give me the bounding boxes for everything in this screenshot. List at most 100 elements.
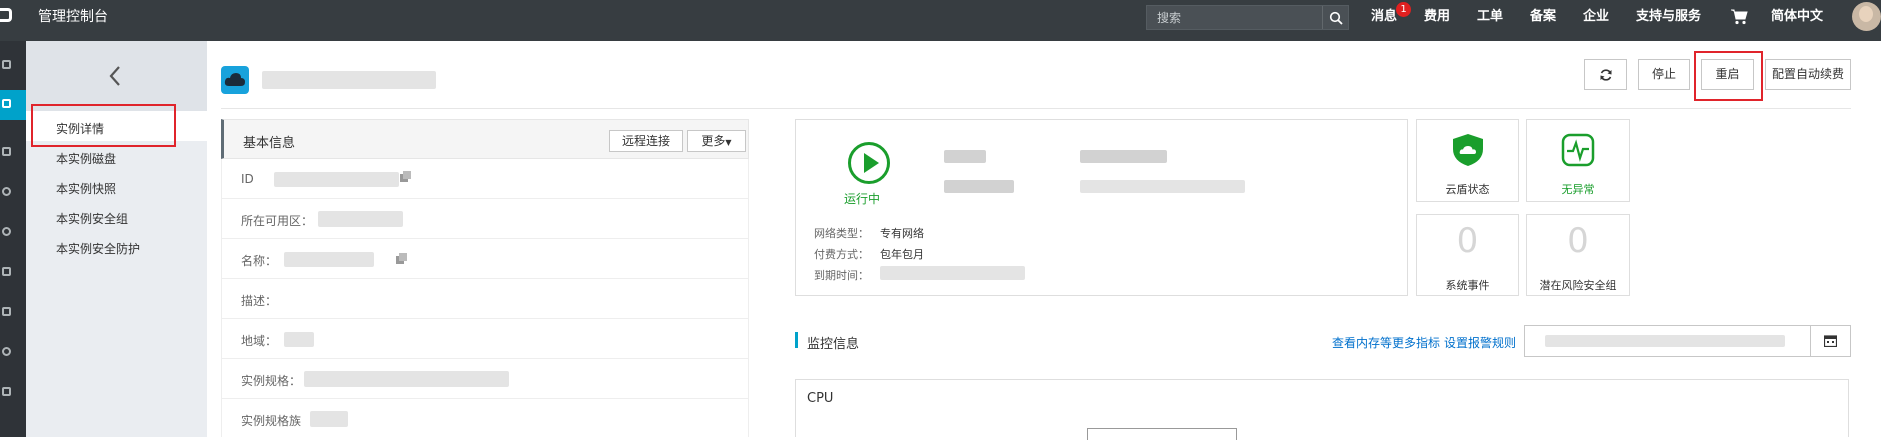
alarm-rules-link[interactable]: 设置报警规则 — [1444, 334, 1516, 351]
header-divider — [221, 108, 1851, 109]
date-range-picker[interactable] — [1524, 325, 1851, 357]
label-instance-type: 实例规格： — [241, 374, 302, 388]
tile-risk-security-groups[interactable]: 0 潜在风险安全组 — [1526, 214, 1630, 296]
value-instance-type-redacted — [304, 371, 509, 387]
nav-billing[interactable]: 费用 — [1424, 0, 1450, 41]
search-icon — [1329, 11, 1343, 25]
redacted-field — [944, 180, 1014, 193]
risk-groups-label: 潜在风险安全组 — [1539, 279, 1617, 292]
info-row-name: 名称： — [221, 239, 749, 279]
info-row-instance-type: 实例规格： — [221, 359, 749, 399]
globe-icon[interactable] — [2, 347, 11, 356]
basic-info-header: 基本信息 远程连接 更多▼ — [221, 119, 749, 159]
info-row-region: 地域： — [221, 319, 749, 359]
copy-icon[interactable] — [396, 253, 408, 265]
info-row-id: ID — [221, 159, 749, 199]
running-status-text: 运行中 — [844, 192, 881, 206]
more-label: 更多 — [701, 134, 726, 148]
date-range-redacted — [1545, 335, 1785, 347]
nav-tickets[interactable]: 工单 — [1477, 0, 1503, 41]
system-events-label: 系统事件 — [1445, 279, 1490, 292]
tile-system-events[interactable]: 0 系统事件 — [1416, 214, 1519, 296]
server-icon[interactable] — [2, 99, 11, 108]
instance-status-card: 运行中 网络类型： 专有网络 付费方式： 包年包月 到期时间： — [795, 119, 1408, 296]
console-title[interactable]: 管理控制台 — [38, 0, 108, 41]
calendar-button[interactable] — [1810, 326, 1850, 356]
nav-support[interactable]: 支持与服务 — [1636, 0, 1701, 41]
label-name: 名称： — [241, 254, 278, 268]
back-button[interactable] — [26, 41, 207, 111]
nav-enterprise[interactable]: 企业 — [1583, 0, 1609, 41]
health-status-label: 无异常 — [1561, 183, 1595, 196]
logo-icon[interactable] — [0, 8, 12, 22]
sidebar-item-snapshots[interactable]: 本实例快照 — [56, 180, 116, 197]
caret-down-icon: ▼ — [725, 138, 732, 147]
cloud-icon[interactable] — [2, 187, 11, 196]
search-input[interactable] — [1147, 6, 1323, 29]
redacted-field — [944, 150, 986, 163]
remote-connect-button[interactable]: 远程连接 — [609, 130, 683, 152]
more-metrics-link[interactable]: 查看内存等更多指标 — [1332, 334, 1440, 351]
cloud-shield-label: 云盾状态 — [1445, 183, 1490, 196]
highlight-box-instance-details — [31, 104, 176, 147]
refresh-icon — [1600, 69, 1611, 81]
billing-method-value: 包年包月 — [880, 248, 924, 261]
sidebar-item-security-protection[interactable]: 本实例安全防护 — [56, 240, 140, 257]
chevron-left-icon — [109, 66, 120, 86]
auto-renew-button[interactable]: 配置自动续费 — [1765, 59, 1851, 90]
instance-name-redacted — [262, 71, 436, 89]
grid-icon[interactable] — [2, 60, 11, 69]
label-zone: 所在可用区： — [241, 214, 314, 228]
info-row-description: 描述： — [221, 279, 749, 319]
label-id: ID — [241, 172, 254, 186]
expire-time-label: 到期时间： — [814, 269, 869, 282]
value-zone-redacted — [318, 211, 403, 227]
highlight-box-restart — [1694, 51, 1763, 101]
network-type-value: 专有网络 — [880, 227, 924, 240]
cpu-chart-legend — [1087, 428, 1237, 440]
more-dropdown-button[interactable]: 更多▼ — [687, 130, 746, 152]
top-bar: 管理控制台 消息 1 费用 工单 备案 企业 支持与服务 简体中文 — [0, 0, 1881, 41]
network-icon[interactable] — [2, 267, 11, 276]
nav-messages[interactable]: 消息 — [1371, 0, 1397, 41]
basic-info-title: 基本信息 — [243, 136, 296, 151]
nav-icp[interactable]: 备案 — [1530, 0, 1556, 41]
value-region-redacted — [284, 332, 314, 347]
tile-cloud-shield[interactable]: 云盾状态 — [1416, 119, 1519, 202]
redacted-field — [1080, 150, 1167, 163]
monitor-accent-bar — [795, 332, 798, 348]
tile-health[interactable]: 无异常 — [1526, 119, 1630, 202]
instance-cloud-icon — [221, 66, 249, 94]
info-row-zone: 所在可用区： — [221, 199, 749, 239]
shield-icon — [1453, 134, 1483, 166]
heartbeat-monitor-icon — [1561, 133, 1595, 167]
settings-icon[interactable] — [2, 387, 11, 396]
calendar-icon — [1824, 335, 1837, 347]
value-instance-family-redacted — [310, 411, 348, 427]
cpu-chart-title: CPU — [807, 391, 834, 406]
user-avatar[interactable] — [1852, 2, 1881, 31]
database-icon[interactable] — [2, 227, 11, 236]
info-row-instance-family: 实例规格族 — [221, 399, 749, 437]
storage-icon[interactable] — [2, 147, 11, 156]
network-type-label: 网络类型： — [814, 227, 869, 240]
billing-method-label: 付费方式： — [814, 248, 869, 261]
message-count-badge: 1 — [1396, 2, 1411, 17]
search-button[interactable] — [1322, 6, 1348, 29]
nav-language[interactable]: 简体中文 — [1771, 0, 1823, 41]
monitor-title: 监控信息 — [807, 337, 860, 352]
risk-groups-count: 0 — [1567, 221, 1589, 261]
sidebar-item-disks[interactable]: 本实例磁盘 — [56, 150, 116, 167]
label-instance-family: 实例规格族 — [241, 414, 302, 428]
copy-icon[interactable] — [400, 171, 412, 183]
stop-button[interactable]: 停止 — [1638, 59, 1690, 90]
value-id-redacted — [274, 172, 399, 187]
running-play-icon — [848, 142, 890, 184]
system-events-count: 0 — [1456, 221, 1479, 261]
expire-time-redacted — [880, 266, 1025, 280]
cart-icon[interactable] — [1730, 9, 1748, 25]
label-description: 描述： — [241, 294, 278, 308]
share-icon[interactable] — [2, 307, 11, 316]
refresh-button[interactable] — [1584, 59, 1627, 90]
sidebar-item-security-groups[interactable]: 本实例安全组 — [56, 210, 128, 227]
